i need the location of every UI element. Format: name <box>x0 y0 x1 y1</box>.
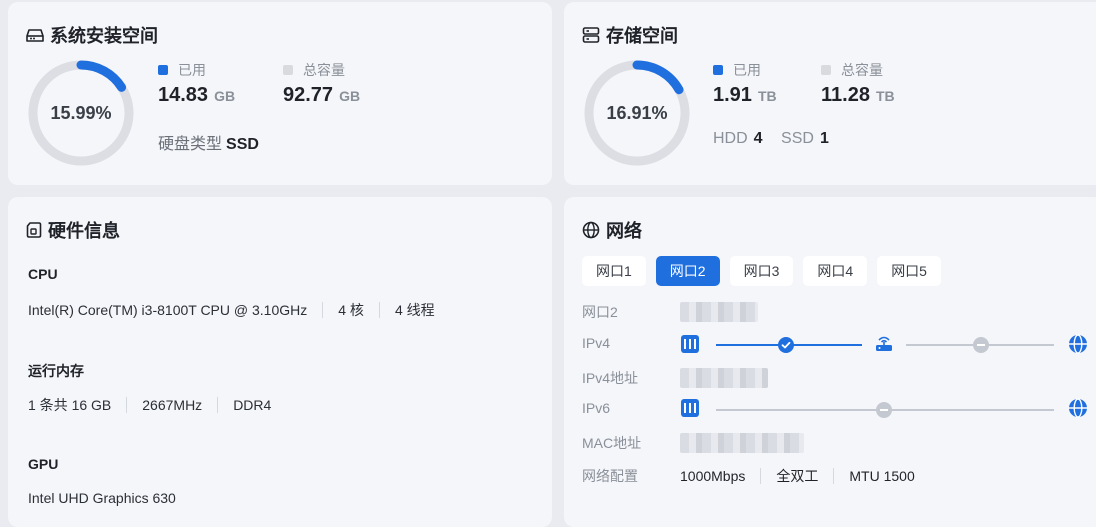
server-icon <box>582 27 600 43</box>
system-usage-percent: 15.99% <box>50 103 112 123</box>
gpu-details: Intel UHD Graphics 630 <box>28 490 176 506</box>
mac-address-blurred <box>680 433 804 453</box>
globe-icon <box>582 221 600 239</box>
storage-usage-donut: 16.91% <box>582 58 692 168</box>
port-name-label: 网口2 <box>582 304 618 320</box>
port-tabs: 网口1 网口2 网口3 网口4 网口5 <box>582 256 951 286</box>
ipv4-address-label: IPv4地址 <box>582 370 639 386</box>
total-dot <box>821 65 831 75</box>
storage-used-legend: 已用 <box>713 60 761 80</box>
hardware-info-title: 硬件信息 <box>26 217 120 243</box>
system-space-title: 系统安装空间 <box>26 22 158 48</box>
storage-space-card: 存储空间 16.91% 已用 1.91 TB 总容量 11.28 TB HDD 4 S… <box>564 2 1096 185</box>
tab-port-2[interactable]: 网口2 <box>655 256 720 286</box>
tab-port-3[interactable]: 网口3 <box>729 256 794 286</box>
tab-port-4[interactable]: 网口4 <box>803 256 868 286</box>
memory-details: 1 条共 16 GB 2667MHz DDR4 <box>28 397 272 413</box>
cpu-heading: CPU <box>28 266 58 282</box>
memory-heading: 运行内存 <box>28 363 84 379</box>
ethernet-port-icon <box>681 335 699 353</box>
mac-address-label: MAC地址 <box>582 435 642 451</box>
used-dot <box>158 65 168 75</box>
storage-used-value: 1.91 TB <box>713 84 777 106</box>
internet-globe-icon <box>1069 398 1087 418</box>
cpu-details: Intel(R) Core(TM) i3-8100T CPU @ 3.10GHz… <box>28 302 435 318</box>
system-total-legend: 总容量 <box>283 60 345 80</box>
pending-circle-icon <box>973 337 989 353</box>
system-usage-donut: 15.99% <box>26 58 136 168</box>
network-config-label: 网络配置 <box>582 468 638 484</box>
ipv6-label: IPv6 <box>582 400 611 416</box>
ethernet-port-icon <box>681 399 699 417</box>
drive-counts: HDD 4 SSD 1 <box>713 130 829 147</box>
storage-total-legend: 总容量 <box>821 60 883 80</box>
storage-total-value: 11.28 TB <box>821 84 895 106</box>
pending-circle-icon <box>876 402 892 418</box>
router-icon <box>876 336 892 351</box>
disk-type: 硬盘类型 SSD <box>158 136 259 153</box>
system-used-value: 14.83 GB <box>158 84 236 106</box>
total-dot <box>283 65 293 75</box>
gpu-heading: GPU <box>28 456 59 472</box>
system-total-value: 92.77 GB <box>283 84 361 106</box>
storage-usage-percent: 16.91% <box>606 103 668 123</box>
port-name-blurred <box>680 302 758 322</box>
tab-port-1[interactable]: 网口1 <box>582 256 646 286</box>
system-space-card: 系统安装空间 15.99% 已用 14.83 GB 总容量 92.77 GB 硬盘类… <box>8 2 552 185</box>
hardware-info-card: 硬件信息 CPU Intel(R) Core(TM) i3-8100T CPU … <box>8 197 552 527</box>
ipv4-address-blurred <box>680 368 768 388</box>
network-config-values: 1000Mbps 全双工 MTU 1500 <box>680 468 915 484</box>
internet-globe-icon <box>1069 334 1087 354</box>
device-icon <box>26 222 42 238</box>
network-card: 网络 网口1 网口2 网口3 网口4 网口5 网口2 IPv4 IPv4地址 I… <box>564 197 1096 527</box>
storage-space-title: 存储空间 <box>582 22 678 48</box>
ipv4-label: IPv4 <box>582 335 611 351</box>
used-dot <box>713 65 723 75</box>
tab-port-5[interactable]: 网口5 <box>877 256 941 286</box>
hard-drive-icon <box>26 29 44 42</box>
network-title: 网络 <box>582 217 642 243</box>
system-used-legend: 已用 <box>158 60 206 80</box>
check-circle-icon <box>778 337 794 353</box>
